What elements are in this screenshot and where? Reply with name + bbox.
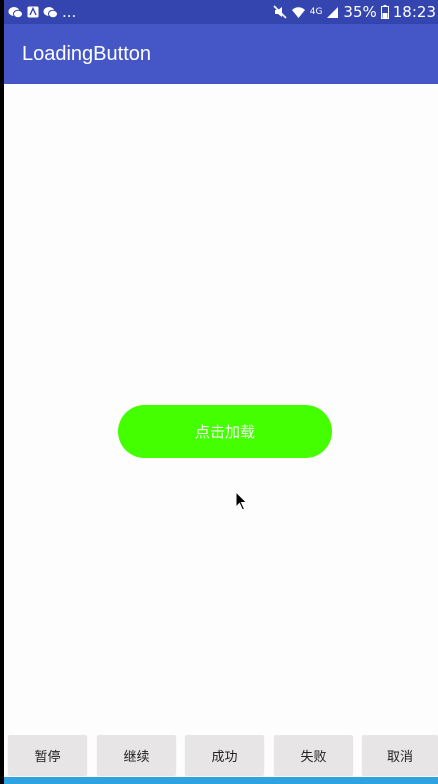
clock: 18:23 xyxy=(392,3,436,21)
loading-button[interactable]: 点击加载 xyxy=(118,405,332,458)
bottom-strip xyxy=(4,777,438,784)
app-bar: LoadingButton xyxy=(4,24,438,84)
battery-percent: 35% xyxy=(343,3,377,21)
pause-button[interactable]: 暂停 xyxy=(8,735,87,775)
more-notifications: ... xyxy=(62,3,77,21)
app-screen: ... 4G 35% 18:23 LoadingButton 点击加载 暂停 继… xyxy=(4,0,438,784)
signal-icon xyxy=(326,5,339,19)
resume-button[interactable]: 继续 xyxy=(97,735,176,775)
network-type: 4G xyxy=(309,7,323,17)
store-icon xyxy=(27,5,39,19)
wechat-icon xyxy=(43,5,58,19)
app-title: LoadingButton xyxy=(22,42,152,65)
battery-icon xyxy=(380,5,389,19)
cancel-button[interactable]: 取消 xyxy=(362,735,438,775)
fail-button[interactable]: 失败 xyxy=(274,735,353,775)
control-button-row: 暂停 继续 成功 失败 取消 xyxy=(4,735,438,775)
mute-icon xyxy=(273,5,287,19)
mouse-cursor-icon xyxy=(235,491,248,511)
status-bar: ... 4G 35% 18:23 xyxy=(4,0,438,24)
success-button[interactable]: 成功 xyxy=(185,735,264,775)
wifi-icon xyxy=(291,5,306,19)
wechat-icon xyxy=(8,5,23,19)
content-area: 点击加载 xyxy=(4,84,438,774)
